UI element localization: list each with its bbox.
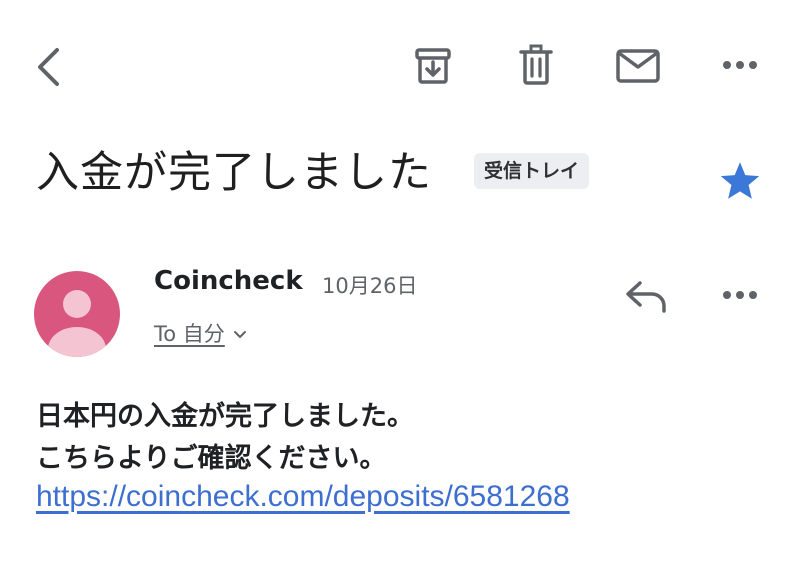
archive-icon <box>415 48 451 84</box>
body-text-line: 日本円の入金が完了しました。 <box>36 401 414 432</box>
inbox-label-chip[interactable]: 受信トレイ <box>474 153 590 189</box>
mark-unread-button[interactable] <box>613 43 663 89</box>
back-button[interactable] <box>28 44 68 90</box>
mail-icon <box>616 49 660 83</box>
message-date: 10月26日 <box>322 274 418 298</box>
reply-icon <box>626 281 666 313</box>
star-button[interactable] <box>716 158 764 204</box>
more-horizontal-icon <box>723 291 757 299</box>
more-horizontal-icon <box>723 61 757 69</box>
archive-button[interactable] <box>410 43 456 89</box>
trash-icon <box>519 44 553 85</box>
message-more-button[interactable] <box>718 282 762 308</box>
message-subject: 入金が完了しました <box>36 148 432 198</box>
recipient-details-toggle[interactable]: To 自分 <box>154 318 247 348</box>
chevron-down-icon <box>233 321 247 345</box>
delete-button[interactable] <box>513 42 559 88</box>
star-icon <box>720 162 760 199</box>
sender-avatar[interactable] <box>34 271 120 357</box>
sender-name[interactable]: Coincheck <box>154 266 303 296</box>
body-text-line: こちらよりご確認ください。 <box>36 443 387 474</box>
back-arrow-icon <box>38 48 59 86</box>
deposit-link[interactable]: https://coincheck.com/deposits/6581268 <box>36 480 570 514</box>
reply-button[interactable] <box>620 276 672 316</box>
recipient-label: To 自分 <box>154 322 225 346</box>
more-options-button[interactable] <box>718 52 762 78</box>
person-icon <box>48 290 106 357</box>
